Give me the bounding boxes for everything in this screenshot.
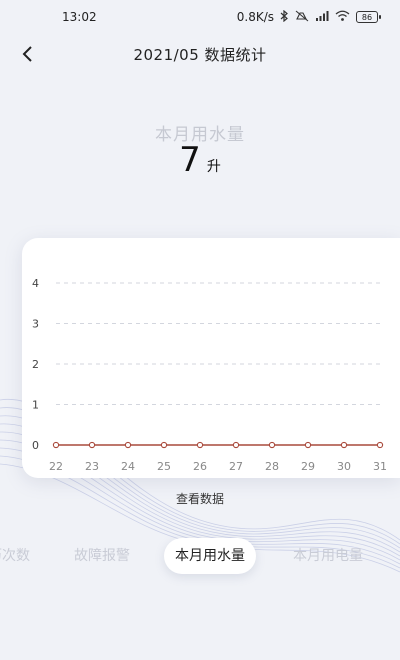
y-tick-label: 2: [32, 358, 39, 371]
data-point: [304, 441, 312, 449]
data-point: [196, 441, 204, 449]
tab-monthly-electricity[interactable]: 本月用电量: [293, 538, 363, 574]
y-tick-label: 3: [32, 318, 39, 331]
x-tick-label: 31: [373, 460, 387, 473]
data-point: [340, 441, 348, 449]
x-tick-label: 30: [337, 460, 351, 473]
x-tick-label: 22: [49, 460, 63, 473]
chart-card: 0 1 2 3 4 22 23 24 25 26 27 28 29 30 31: [22, 238, 400, 478]
wifi-icon: [335, 10, 350, 25]
y-tick-label: 0: [32, 439, 39, 452]
tab-fault-alarm[interactable]: 故障报警: [74, 538, 130, 574]
data-point: [88, 441, 96, 449]
mute-icon: [295, 10, 309, 25]
tab-history-count[interactable]: 历次数: [0, 538, 30, 574]
tab-monthly-water[interactable]: 本月用水量: [164, 538, 256, 574]
header: 2021/05 数据统计: [0, 36, 400, 72]
status-bar: 13:02 0.8K/s 86: [0, 0, 400, 34]
network-speed: 0.8K/s: [236, 10, 274, 24]
status-icons: 0.8K/s 86: [236, 9, 381, 25]
x-tick-label: 24: [121, 460, 135, 473]
tab-bar: 历次数 故障报警 本月用水量 本月用电量: [0, 536, 400, 576]
x-tick-label: 25: [157, 460, 171, 473]
data-point: [52, 441, 60, 449]
signal-icon: [315, 10, 329, 25]
y-tick-label: 4: [32, 277, 39, 290]
battery-level: 86: [361, 12, 373, 22]
summary-value-row: 7 升: [0, 140, 400, 180]
bluetooth-icon: [280, 9, 289, 25]
data-point: [124, 441, 132, 449]
data-point: [268, 441, 276, 449]
x-tick-label: 26: [193, 460, 207, 473]
battery-indicator: 86: [356, 11, 381, 23]
summary-value: 7: [179, 140, 201, 180]
x-tick-label: 23: [85, 460, 99, 473]
back-button[interactable]: [14, 40, 42, 68]
x-tick-label: 29: [301, 460, 315, 473]
data-point: [232, 441, 240, 449]
data-point: [160, 441, 168, 449]
y-tick-label: 1: [32, 399, 39, 412]
x-tick-label: 28: [265, 460, 279, 473]
water-usage-chart: 0123422 23 24 25 26 27 28 29 30 31: [32, 277, 387, 473]
chevron-left-icon: [22, 46, 32, 62]
data-point: [376, 441, 384, 449]
status-time: 13:02: [62, 10, 97, 24]
page-title: 2021/05 数据统计: [133, 45, 267, 64]
summary-unit: 升: [206, 159, 221, 175]
x-tick-label: 27: [229, 460, 243, 473]
view-data-link[interactable]: 查看数据: [0, 490, 400, 507]
